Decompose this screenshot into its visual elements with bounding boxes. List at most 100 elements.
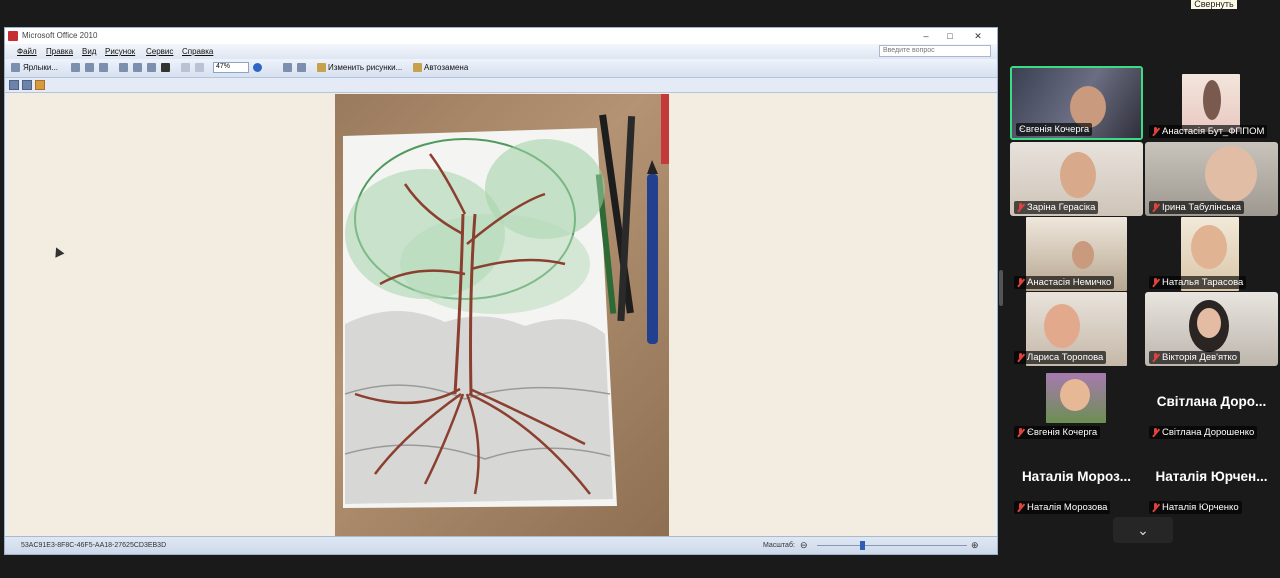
cut-icon[interactable] (119, 63, 128, 72)
mic-muted-icon (1152, 278, 1159, 287)
participant-tile[interactable]: Наталія Мороз... Наталія Морозова (1010, 442, 1143, 516)
close-icon[interactable]: ✕ (971, 29, 985, 43)
title-bar: Microsoft Office 2010 – □ ✕ (5, 28, 997, 44)
mic-muted-icon (1152, 503, 1159, 512)
print-icon[interactable] (85, 63, 94, 72)
participant-tile[interactable]: Ірина Табулінська (1145, 142, 1278, 216)
zoom-slider-track[interactable] (817, 545, 967, 546)
menu-tools[interactable]: Сервис (146, 47, 173, 56)
participant-name-plate: Наталія Юрченко (1149, 501, 1242, 514)
mic-muted-icon (1017, 203, 1024, 212)
participant-name: Заріна Герасіка (1027, 202, 1096, 213)
shortcuts-icon[interactable] (11, 63, 20, 72)
office-app-icon (8, 31, 18, 41)
single-view-icon[interactable] (35, 80, 45, 90)
participant-display-name: Наталія Юрчен... (1155, 469, 1268, 484)
participant-face (1070, 86, 1106, 128)
participant-name: Світлана Дорошенко (1162, 427, 1255, 438)
participant-name: Євгенія Кочерга (1027, 427, 1098, 438)
mic-muted-icon (1152, 127, 1159, 136)
autocorrect-button[interactable]: Автозамена (424, 62, 468, 74)
standard-toolbar: Ярлыки... 47% Изменить рисунки... Автоза… (5, 59, 997, 78)
drawing-photo (335, 94, 669, 537)
chevron-down-icon[interactable]: ⌄ (1113, 517, 1173, 543)
tree-drawing-image (343, 94, 669, 508)
mic-muted-icon (1017, 353, 1024, 362)
help-icon[interactable] (253, 63, 262, 72)
participant-name: Лариса Торопова (1027, 352, 1104, 363)
save-icon[interactable] (71, 63, 80, 72)
zoom-in-icon[interactable]: ⊕ (971, 540, 979, 551)
autocorrect-icon[interactable] (413, 63, 422, 72)
participant-tile[interactable]: Лариса Торопова (1010, 292, 1143, 366)
minimize-icon[interactable]: – (919, 29, 933, 43)
menu-file[interactable]: Файл (17, 47, 37, 56)
window-title: Microsoft Office 2010 (22, 31, 98, 40)
status-bar: 53AC91E3-8F8C-46F5-AA18-27625CD3EB3D Мас… (5, 536, 997, 554)
participant-tile[interactable]: Анастасія Немичко (1010, 217, 1143, 291)
zoom-slider-thumb[interactable] (859, 541, 865, 550)
participant-tile[interactable]: Наталія Юрчен... Наталія Юрченко (1145, 442, 1278, 516)
participant-tile[interactable]: Євгенія Кочерга (1010, 367, 1143, 441)
rotate-right-icon[interactable] (297, 63, 306, 72)
mouse-cursor-icon (51, 245, 65, 258)
participant-name-plate: Євгенія Кочерга (1014, 426, 1101, 439)
menu-view[interactable]: Вид (82, 47, 96, 56)
zoom-select[interactable]: 47% (213, 62, 249, 73)
shortcuts-button[interactable]: Ярлыки... (23, 62, 58, 74)
menu-picture[interactable]: Рисунок (105, 47, 135, 56)
participant-face (1060, 379, 1090, 411)
participant-tile[interactable]: Євгенія Кочерга (1010, 66, 1143, 140)
participant-tile[interactable]: Наталья Тарасова (1145, 217, 1278, 291)
thumbnail-view-icon[interactable] (9, 80, 19, 90)
redo-icon[interactable] (195, 63, 204, 72)
rotate-left-icon[interactable] (283, 63, 292, 72)
panel-resize-handle[interactable] (999, 270, 1003, 306)
maximize-icon[interactable]: □ (943, 29, 957, 43)
participant-name: Анастасія Бут_ФППОМ (1162, 126, 1265, 137)
participant-face (1072, 241, 1094, 269)
participant-name: Наталія Юрченко (1162, 502, 1239, 513)
mic-muted-icon (1152, 353, 1159, 362)
participant-face (1044, 304, 1080, 348)
participant-name-plate: Вікторія Дев'ятко (1149, 351, 1241, 364)
participant-face (1060, 152, 1096, 198)
participant-name: Наталья Тарасова (1162, 277, 1244, 288)
participant-name-plate: Заріна Герасіка (1014, 201, 1099, 214)
view-toolbar (5, 78, 997, 93)
participant-name-plate: Євгенія Кочерга (1016, 123, 1093, 136)
menu-help[interactable]: Справка (182, 47, 213, 56)
menu-edit[interactable]: Правка (46, 47, 73, 56)
mic-muted-icon (1017, 503, 1024, 512)
zoom-out-icon[interactable]: ⊖ (800, 540, 808, 551)
mic-muted-icon (1017, 428, 1024, 437)
mic-muted-icon (1017, 278, 1024, 287)
file-id-text: 53AC91E3-8F8C-46F5-AA18-27625CD3EB3D (21, 542, 167, 549)
participant-name: Наталія Морозова (1027, 502, 1108, 513)
participant-tile[interactable]: Вікторія Дев'ятко (1145, 292, 1278, 366)
collapse-button[interactable]: Свернуть (1191, 0, 1237, 9)
undo-icon[interactable] (181, 63, 190, 72)
participant-display-name: Наталія Мороз... (1021, 469, 1132, 484)
participant-face (1205, 146, 1257, 202)
ask-question-input[interactable]: Введите вопрос (879, 45, 991, 57)
office-window: Microsoft Office 2010 – □ ✕ Файл Правка … (4, 27, 998, 555)
participant-name-plate: Анастасія Немичко (1014, 276, 1115, 289)
paste-icon[interactable] (147, 63, 156, 72)
menu-bar: Файл Правка Вид Рисунок Сервис Справка В… (5, 44, 997, 59)
participant-display-name: Світлана Доро... (1156, 394, 1267, 409)
edit-pictures-icon[interactable] (317, 63, 326, 72)
participant-name-plate: Ірина Табулінська (1149, 201, 1245, 214)
copy-icon[interactable] (133, 63, 142, 72)
delete-icon[interactable] (161, 63, 170, 72)
participant-name: Вікторія Дев'ятко (1162, 352, 1238, 363)
participant-tile[interactable]: Світлана Доро... Світлана Дорошенко (1145, 367, 1278, 441)
filmstrip-view-icon[interactable] (22, 80, 32, 90)
participant-face (1191, 225, 1227, 269)
preview-icon[interactable] (99, 63, 108, 72)
participant-name: Євгенія Кочерга (1019, 124, 1090, 135)
participant-tile[interactable]: Заріна Герасіка (1010, 142, 1143, 216)
participant-tile[interactable]: Анастасія Бут_ФППОМ (1145, 66, 1278, 140)
picture-canvas (7, 93, 995, 538)
edit-pictures-button[interactable]: Изменить рисунки... (328, 62, 402, 74)
